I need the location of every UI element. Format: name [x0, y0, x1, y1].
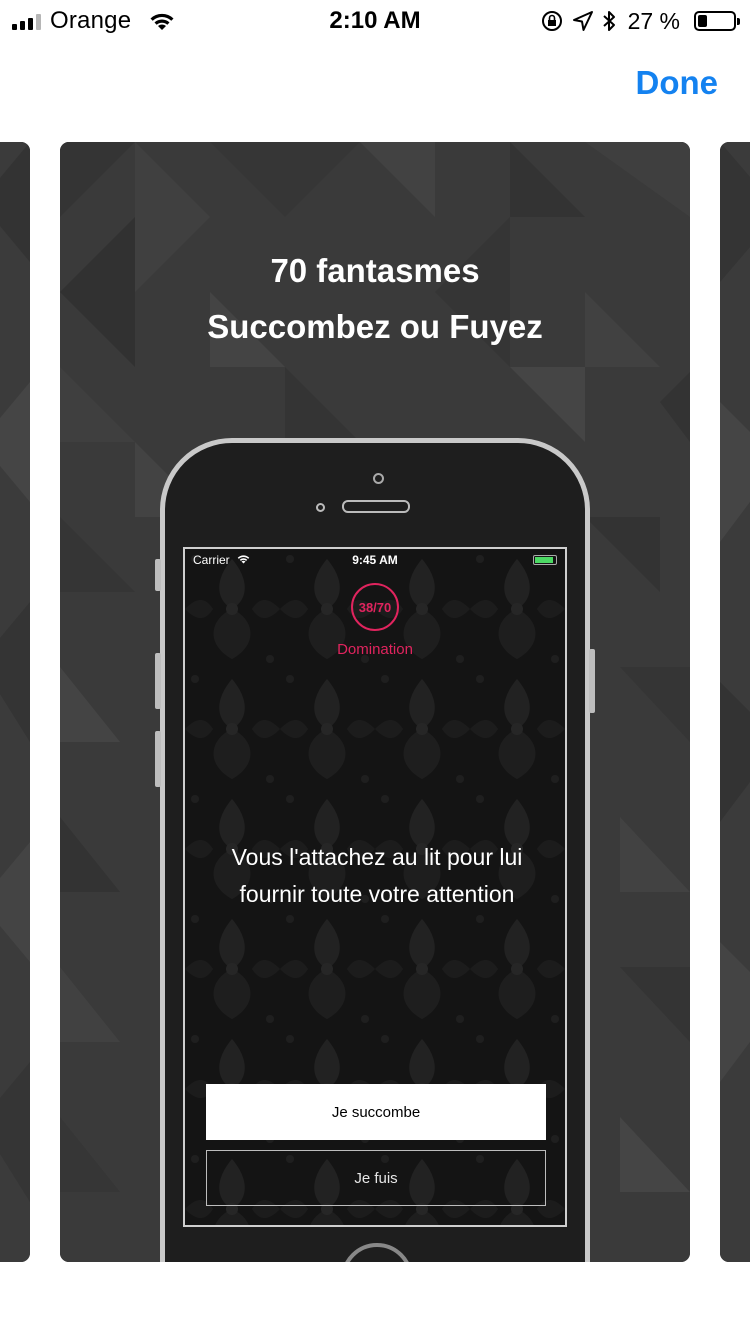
battery-percentage: 27 % [627, 7, 680, 34]
phone-mockup: Carrier 9:45 AM 38/70 Domination Vous l'… [155, 438, 595, 1262]
succumb-button[interactable]: Je succombe [206, 1084, 546, 1140]
battery-icon [694, 11, 740, 31]
device-time: 9:45 AM [352, 553, 398, 567]
battery-level [698, 15, 707, 27]
power-button [589, 649, 595, 713]
earpiece-speaker [342, 500, 410, 513]
done-button[interactable]: Done [636, 64, 719, 102]
location-arrow-icon [572, 11, 593, 31]
proximity-sensor [316, 503, 325, 512]
bluetooth-icon [602, 11, 615, 31]
flee-button[interactable]: Je fuis [206, 1150, 546, 1206]
phone-screen: Carrier 9:45 AM 38/70 Domination Vous l'… [183, 547, 567, 1227]
headline-line-2: Succombez ou Fuyez [207, 308, 543, 345]
front-camera [373, 473, 384, 484]
home-button [341, 1243, 413, 1262]
geometric-background [0, 142, 30, 1262]
rotation-lock-icon [541, 11, 562, 31]
headline-line-1: 70 fantasmes [270, 252, 480, 289]
volume-up-button [155, 653, 161, 709]
screenshot-card: 70 fantasmes Succombez ou Fuyez Carrier … [60, 142, 690, 1262]
device-status-bar: Carrier 9:45 AM [185, 549, 565, 571]
fantasy-prompt: Vous l'attachez au lit pour lui fournir … [231, 844, 523, 907]
previous-card[interactable] [0, 142, 30, 1262]
status-bar: Orange 2:10 AM 27 % [0, 0, 750, 42]
progress-counter: 38/70 [351, 583, 399, 631]
geometric-background [720, 142, 750, 1262]
device-battery-icon [533, 555, 557, 565]
category-label: Domination [337, 641, 413, 658]
next-card[interactable] [720, 142, 750, 1262]
mute-switch [155, 559, 161, 591]
volume-down-button [155, 731, 161, 787]
